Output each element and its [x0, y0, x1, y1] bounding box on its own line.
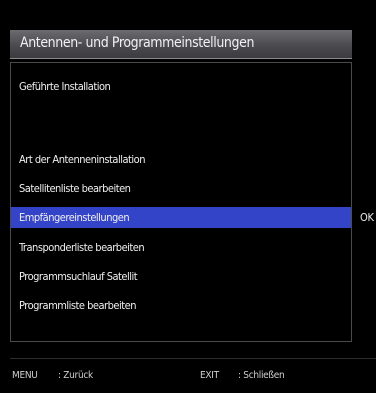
menu-title: Antennen- und Programmeinstellungen — [20, 35, 255, 51]
footer-menu-action: : Zurück — [58, 370, 93, 381]
menu-item-antenna-installation-type[interactable]: Art der Antenneninstallation — [19, 153, 146, 166]
menu-title-bar: Antennen- und Programmeinstellungen — [10, 30, 352, 59]
menu-item-guided-installation[interactable]: Geführte Installation — [19, 80, 111, 93]
footer-exit-action: : Schließen — [238, 370, 285, 381]
menu-item-transponder-list[interactable]: Transponderliste bearbeiten — [19, 241, 145, 254]
tv-screen: Antennen- und Programmeinstellungen Gefü… — [0, 0, 376, 393]
footer-divider — [10, 358, 376, 359]
ok-key-hint: OK — [360, 211, 374, 224]
footer-menu-key: MENU — [12, 370, 38, 381]
menu-item-satellite-channel-search[interactable]: Programmsuchlauf Satellit — [19, 270, 138, 283]
menu-item-satellite-list[interactable]: Satellitenliste bearbeiten — [19, 182, 131, 195]
footer-exit-key: EXIT — [200, 370, 219, 381]
menu-item-channel-list[interactable]: Programmliste bearbeiten — [19, 299, 137, 312]
menu-item-receiver-settings[interactable]: Empfängereinstellungen — [19, 211, 130, 224]
